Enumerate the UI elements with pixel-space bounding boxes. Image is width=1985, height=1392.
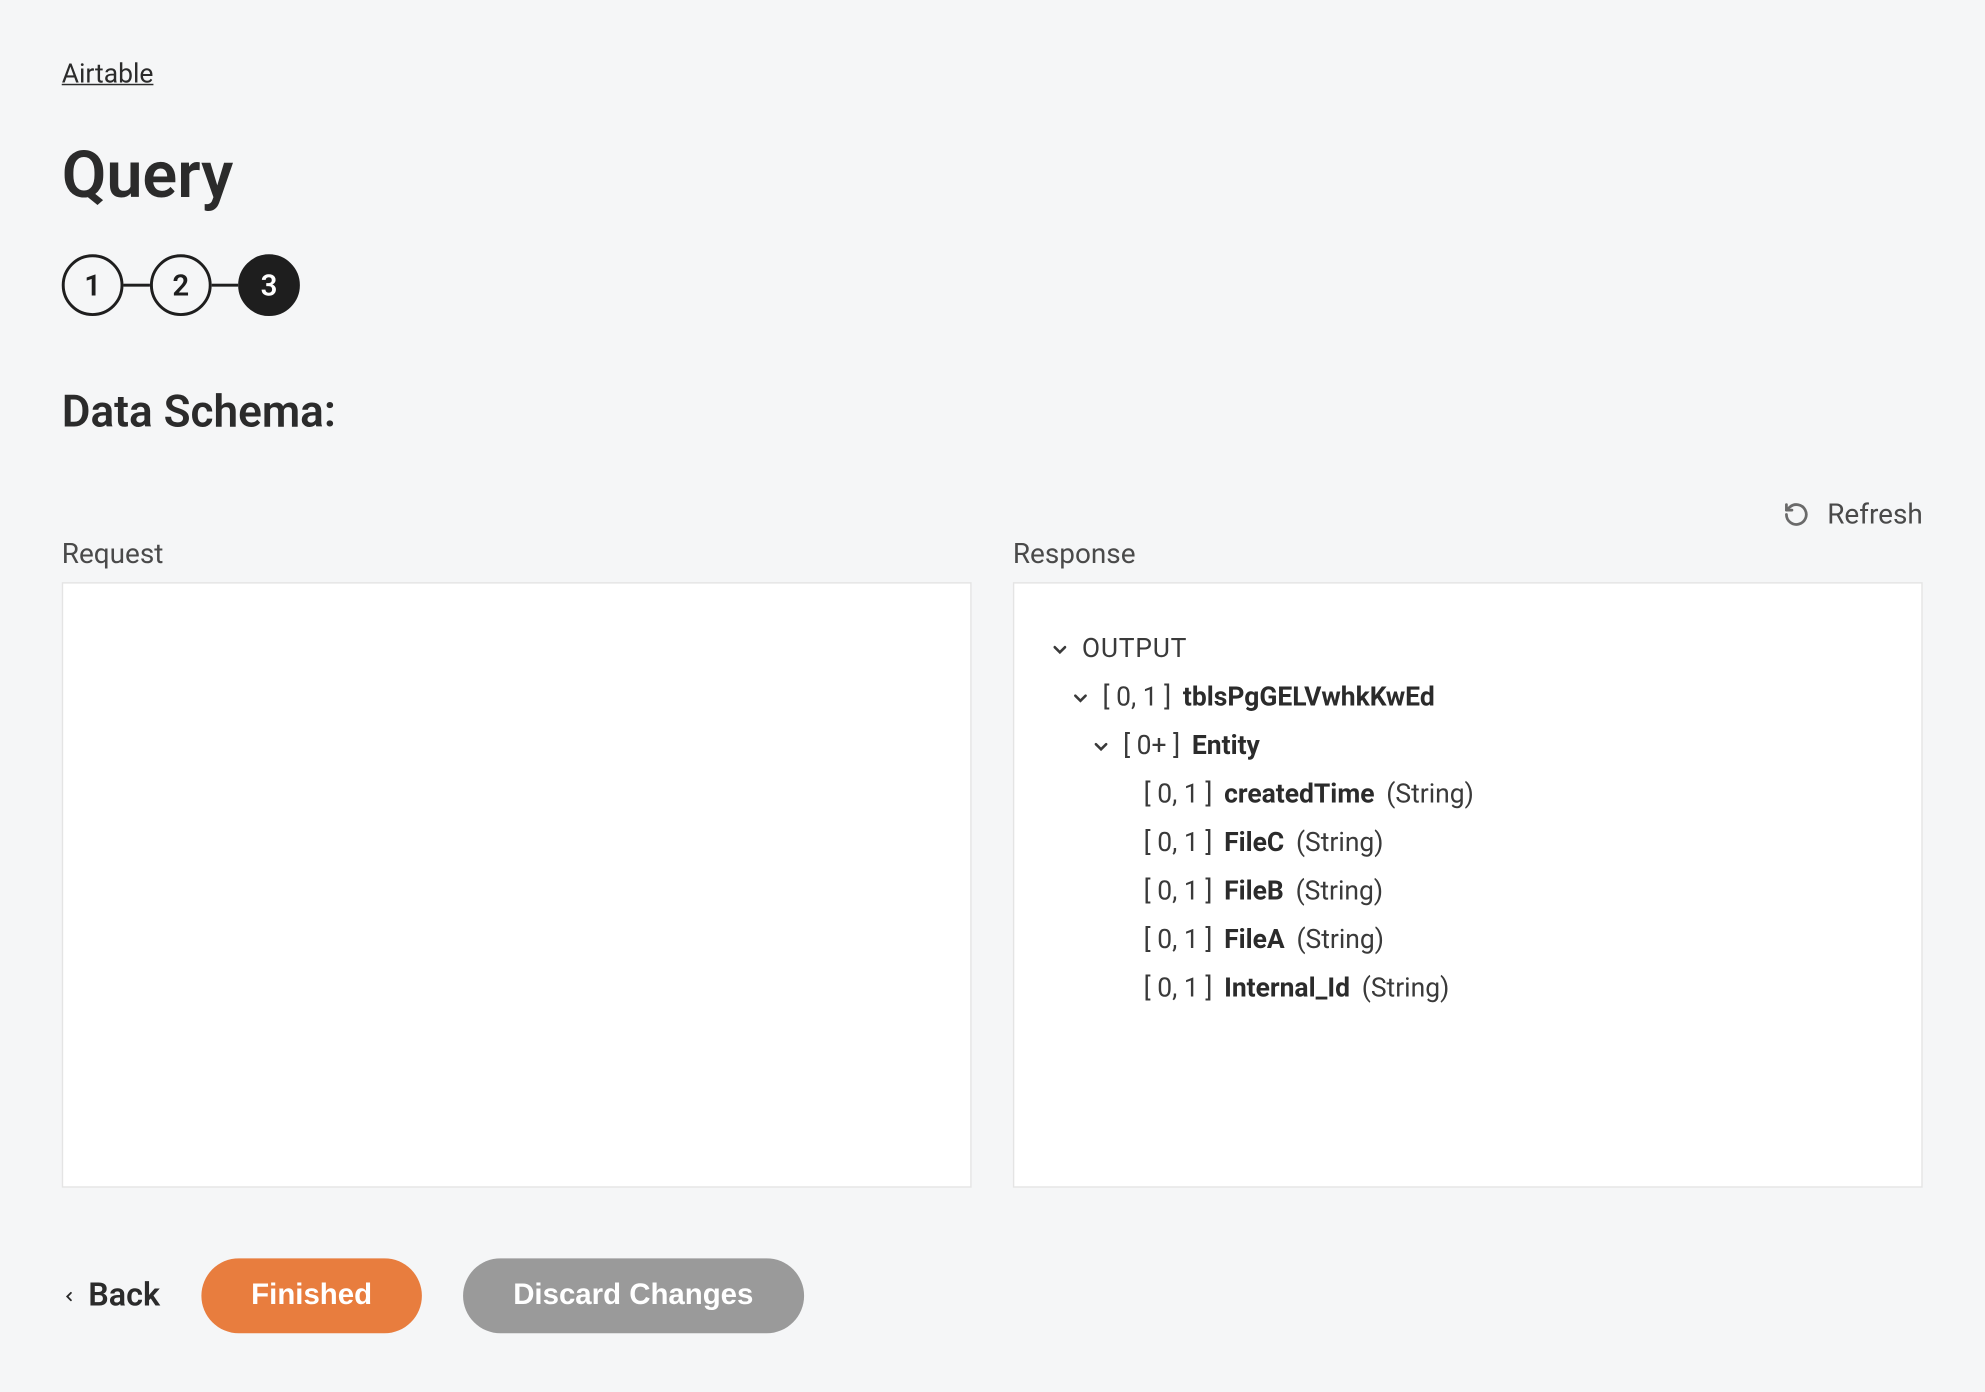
tree-field-row[interactable]: [ 0, 1 ] FileA (String): [1050, 916, 1886, 965]
tree-field-row[interactable]: [ 0, 1 ] FileB (String): [1050, 867, 1886, 916]
tree-field-type: (String): [1386, 779, 1474, 810]
tree-cardinality: [ 0, 1 ]: [1144, 876, 1213, 907]
stepper: 1 2 3: [62, 254, 1923, 316]
tree-field-type: (String): [1296, 925, 1384, 956]
request-label: Request: [62, 537, 972, 571]
tree-entity-name: Entity: [1192, 731, 1260, 762]
request-panel: [62, 582, 972, 1188]
response-panel: OUTPUT [ 0, 1 ] tblsPgGELVwhkKwEd [ 0+ ]…: [1013, 582, 1923, 1188]
tree-cardinality: [ 0, 1 ]: [1144, 973, 1213, 1004]
discard-button[interactable]: Discard Changes: [463, 1258, 803, 1333]
tree-field-row[interactable]: [ 0, 1 ] createdTime (String): [1050, 770, 1886, 819]
response-label: Response: [1013, 537, 1923, 571]
step-2[interactable]: 2: [150, 254, 212, 316]
step-connector: [212, 284, 238, 287]
refresh-icon: [1783, 501, 1809, 527]
chevron-down-icon: [1091, 736, 1112, 757]
step-1[interactable]: 1: [62, 254, 124, 316]
tree-cardinality: [ 0, 1 ]: [1144, 828, 1213, 859]
tree-field-type: (String): [1362, 973, 1450, 1004]
refresh-button[interactable]: Refresh: [1783, 497, 1923, 531]
tree-field-type: (String): [1296, 876, 1384, 907]
step-3[interactable]: 3: [238, 254, 300, 316]
chevron-down-icon: [1070, 687, 1091, 708]
tree-field-row[interactable]: [ 0, 1 ] FileC (String): [1050, 819, 1886, 868]
step-connector: [123, 284, 149, 287]
tree-cardinality: [ 0, 1 ]: [1144, 925, 1213, 956]
tree-entity-node[interactable]: [ 0+ ] Entity: [1050, 722, 1886, 771]
refresh-label: Refresh: [1827, 497, 1923, 531]
section-title: Data Schema:: [62, 387, 1923, 438]
tree-table-node[interactable]: [ 0, 1 ] tblsPgGELVwhkKwEd: [1050, 673, 1886, 722]
tree-field-name: Internal_Id: [1224, 973, 1350, 1004]
finished-button[interactable]: Finished: [201, 1258, 422, 1333]
response-tree: OUTPUT [ 0, 1 ] tblsPgGELVwhkKwEd [ 0+ ]…: [1050, 625, 1886, 1013]
tree-field-row[interactable]: [ 0, 1 ] Internal_Id (String): [1050, 964, 1886, 1013]
tree-field-name: FileA: [1224, 925, 1285, 956]
page-title: Query: [62, 137, 1923, 213]
tree-field-name: createdTime: [1224, 779, 1374, 810]
tree-output-node[interactable]: OUTPUT: [1050, 625, 1886, 674]
breadcrumb-link[interactable]: Airtable: [62, 59, 154, 90]
tree-cardinality: [ 0, 1 ]: [1103, 682, 1172, 713]
tree-field-name: FileB: [1224, 876, 1284, 907]
chevron-left-icon: [62, 1286, 77, 1307]
tree-field-type: (String): [1296, 828, 1384, 859]
tree-cardinality: [ 0+ ]: [1123, 731, 1180, 762]
tree-output-label: OUTPUT: [1082, 634, 1187, 665]
chevron-down-icon: [1050, 639, 1071, 660]
tree-cardinality: [ 0, 1 ]: [1144, 779, 1213, 810]
tree-field-name: FileC: [1224, 828, 1284, 859]
tree-table-name: tblsPgGELVwhkKwEd: [1183, 682, 1435, 713]
